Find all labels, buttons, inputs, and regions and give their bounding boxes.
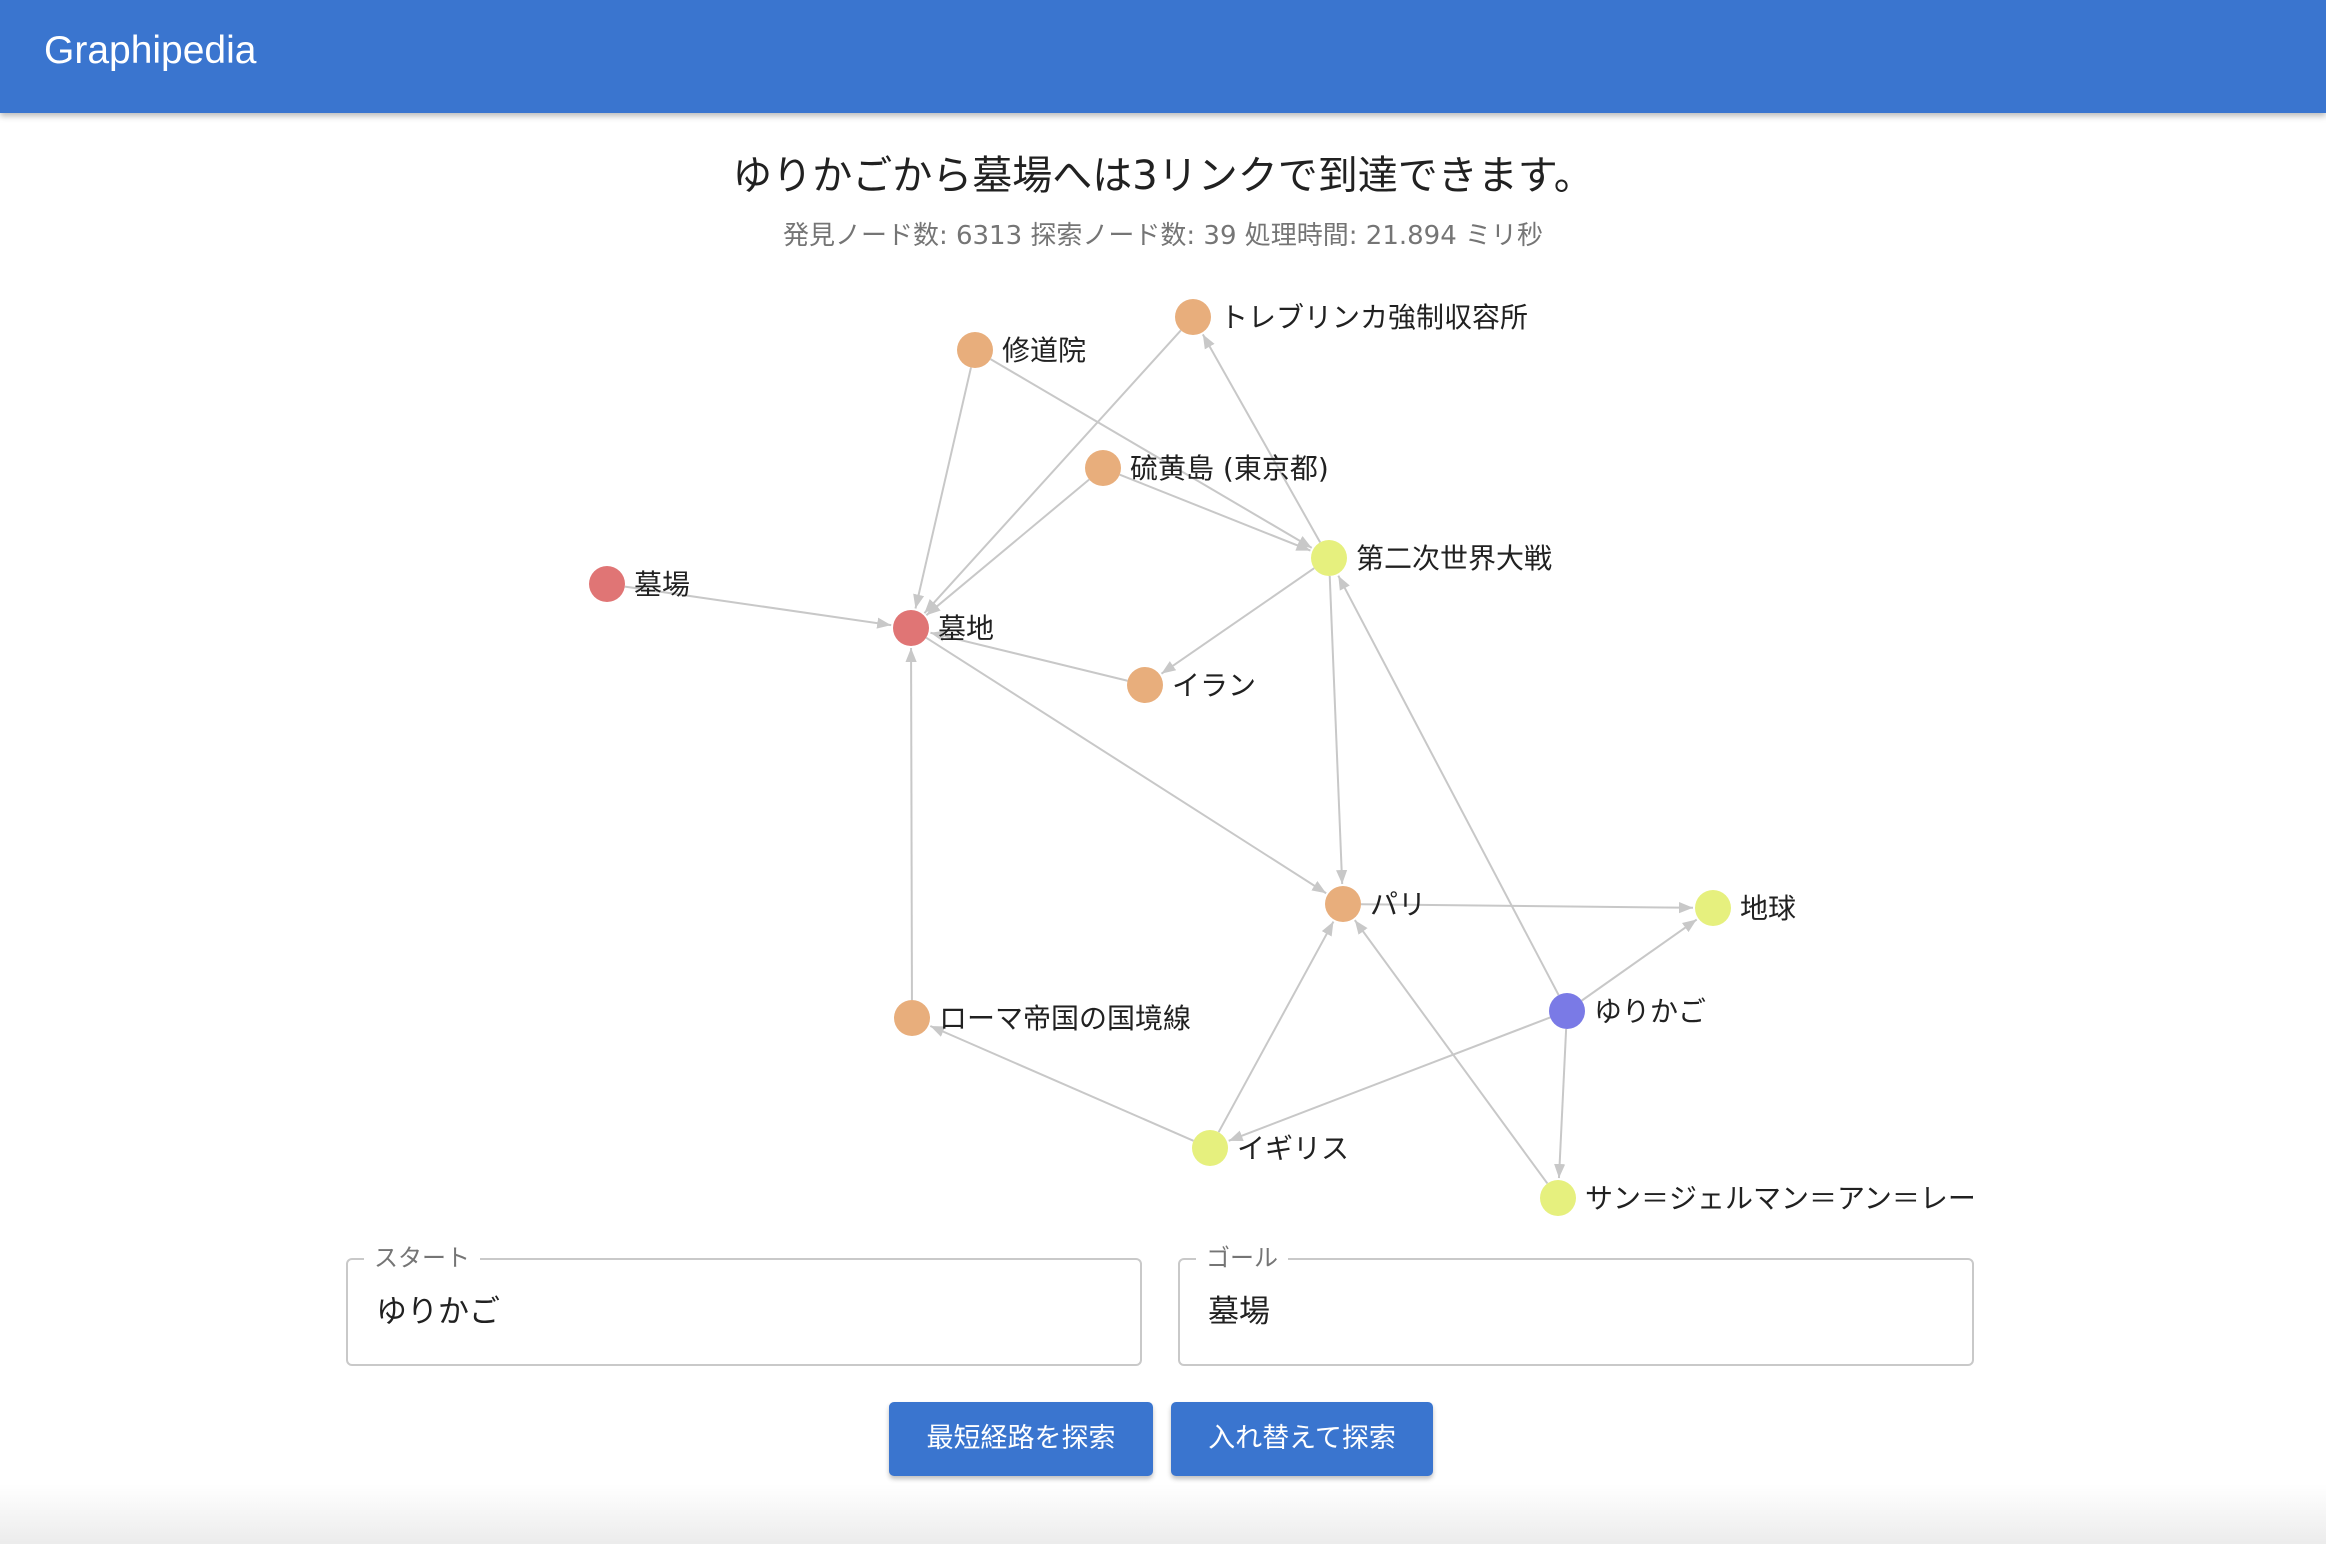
edge-bochi-paris [925, 636, 1327, 895]
node-dot[interactable] [1549, 993, 1585, 1029]
node-hakaba[interactable]: 墓場 [589, 566, 690, 602]
node-bochi[interactable]: 墓地 [893, 610, 994, 646]
node-dot[interactable] [1695, 890, 1731, 926]
node-label: サン＝ジェルマン＝アン＝レー [1585, 1182, 1976, 1215]
node-label: ローマ帝国の国境線 [939, 1002, 1191, 1035]
edge-yurikago-ww2 [1337, 575, 1560, 996]
node-yurikago[interactable]: ゆりかご [1549, 993, 1706, 1029]
node-label: 硫黄島 (東京都) [1130, 452, 1329, 485]
node-label: 墓場 [634, 568, 690, 601]
goal-field[interactable]: ゴール 墓場 [1178, 1240, 1974, 1366]
node-dot[interactable] [1325, 886, 1361, 922]
bottom-shade [0, 1484, 2326, 1544]
node-dot[interactable] [894, 1000, 930, 1036]
edge-uk-limes [929, 1025, 1194, 1142]
edge-ww2-paris [1328, 575, 1348, 885]
app-title[interactable]: Graphipedia [44, 26, 256, 76]
search-button[interactable]: 最短経路を探索 [889, 1402, 1153, 1476]
node-dot[interactable] [1085, 450, 1121, 486]
node-label: トレブリンカ強制収容所 [1220, 301, 1528, 334]
node-iran[interactable]: イラン [1127, 667, 1256, 703]
swap-search-button[interactable]: 入れ替えて探索 [1171, 1402, 1433, 1476]
start-field[interactable]: スタート ゆりかご [346, 1240, 1142, 1366]
node-sgl[interactable]: サン＝ジェルマン＝アン＝レー [1540, 1180, 1976, 1216]
node-limes[interactable]: ローマ帝国の国境線 [894, 1000, 1191, 1036]
edge-uk-paris [1217, 921, 1335, 1133]
goal-input[interactable]: 墓場 [1208, 1260, 1270, 1364]
node-dot[interactable] [1127, 667, 1163, 703]
node-ww2[interactable]: 第二次世界大戦 [1311, 540, 1552, 576]
node-uk[interactable]: イギリス [1192, 1130, 1349, 1166]
node-dot[interactable] [957, 332, 993, 368]
node-treblinka[interactable]: トレブリンカ強制収容所 [1175, 299, 1528, 335]
node-chikyu[interactable]: 地球 [1695, 890, 1796, 926]
node-dot[interactable] [1540, 1180, 1576, 1216]
node-label: ゆりかご [1594, 995, 1706, 1028]
node-iwoto[interactable]: 硫黄島 (東京都) [1085, 450, 1329, 486]
node-label: 墓地 [938, 612, 994, 645]
edge-iwoto-bochi [925, 478, 1090, 616]
node-dot[interactable] [893, 610, 929, 646]
node-label: 第二次世界大戦 [1356, 542, 1552, 575]
start-input[interactable]: ゆりかご [376, 1260, 500, 1364]
node-paris[interactable]: パリ [1325, 886, 1426, 922]
graph-nodes: 墓地 墓場 修道院 トレブリンカ強制収容所硫黄島 (東京都) 第二次世界大戦イランパリ 地… [589, 299, 1976, 1216]
app-bar: Graphipedia [0, 0, 2326, 113]
edge-yurikago-chikyu [1581, 918, 1698, 1002]
node-dot[interactable] [1311, 540, 1347, 576]
node-dot[interactable] [1192, 1130, 1228, 1166]
node-label: イギリス [1237, 1132, 1349, 1165]
edge-yurikago-sgl [1554, 1028, 1568, 1179]
node-dot[interactable] [589, 566, 625, 602]
edge-iwoto-ww2 [1119, 473, 1311, 552]
node-label: 修道院 [1002, 334, 1086, 367]
edge-sgl-paris [1353, 919, 1549, 1185]
node-dot[interactable] [1175, 299, 1211, 335]
edge-ww2-iran [1160, 567, 1315, 675]
node-label: パリ [1370, 888, 1426, 921]
node-label: イラン [1172, 669, 1256, 702]
node-label: 地球 [1740, 892, 1796, 925]
edge-limes-bochi [905, 647, 917, 1001]
edge-ww2-treblinka [1201, 333, 1322, 543]
node-shudoin[interactable]: 修道院 [957, 332, 1086, 368]
